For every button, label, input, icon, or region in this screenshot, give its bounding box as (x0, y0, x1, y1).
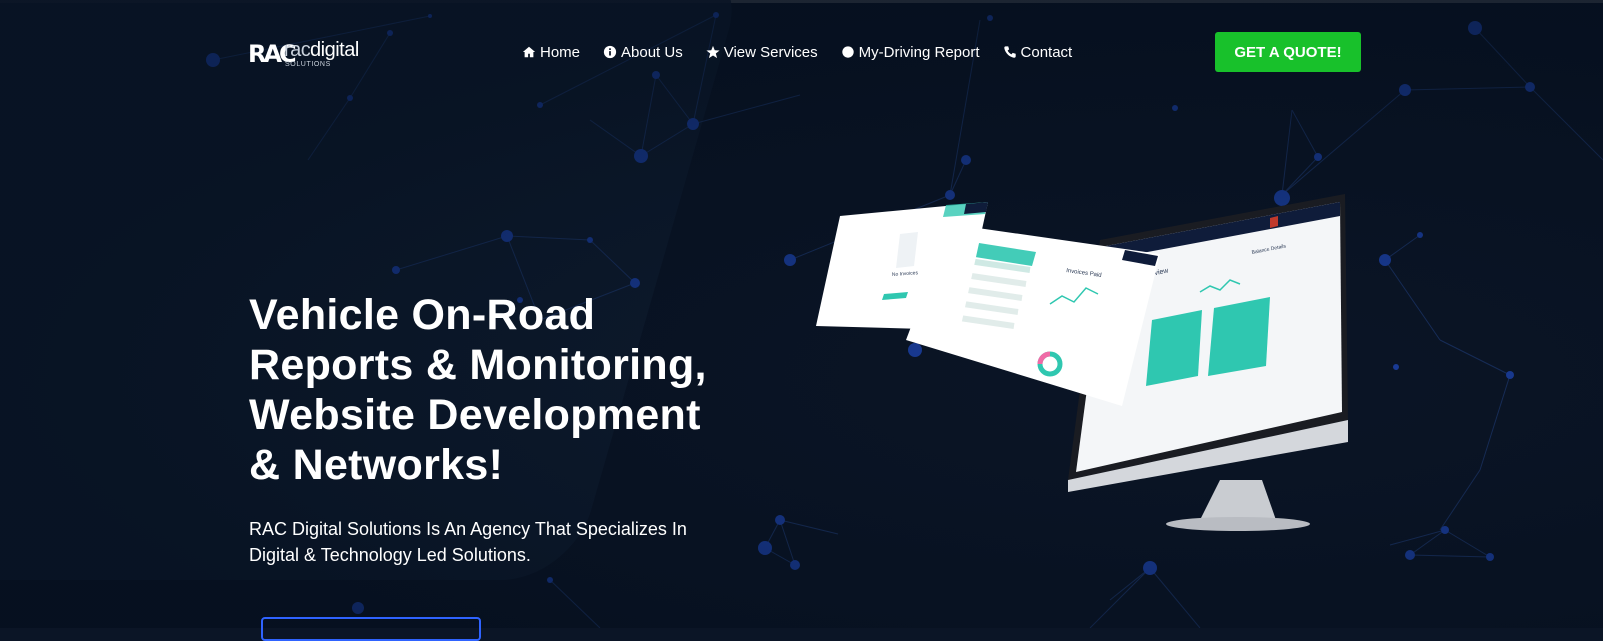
nav-item-about[interactable]: About Us (603, 42, 683, 62)
get-quote-button[interactable]: GET A QUOTE! (1215, 32, 1361, 72)
phone-icon (1003, 46, 1016, 58)
nav-item-label: Home (540, 43, 581, 61)
hero-title: Vehicle On-Road Reports & Monitoring, We… (249, 290, 789, 490)
hero-title-line: Website Development (249, 391, 701, 439)
nav-item-contact[interactable]: Contact (1003, 42, 1073, 62)
dashboard-mockup-illustration: Overview Balance Details Invoices Paid N… (816, 194, 1348, 531)
hero-outline-button[interactable] (261, 617, 481, 641)
nav-item-home[interactable]: Home (522, 42, 580, 62)
nav-item-label: Contact (1020, 43, 1073, 61)
star-icon (706, 45, 720, 59)
logo-word-prefix: rac (284, 39, 311, 61)
nav-item-label: About Us (621, 43, 683, 61)
screen-card (1208, 297, 1270, 376)
hero-title-line: Vehicle On-Road (249, 291, 596, 339)
main-navigation: Home About Us View Services My-Driving R… (522, 42, 1095, 62)
nav-item-driving-report[interactable]: My-Driving Report (841, 42, 980, 62)
home-icon (522, 46, 536, 58)
brand-logo[interactable]: RAC rac digital SOLUTIONS (248, 38, 359, 72)
hero-subtitle-line: Digital & Technology Led Solutions. (249, 545, 531, 565)
nav-item-label: View Services (723, 43, 818, 61)
screen-card (1146, 310, 1202, 386)
hero-subtitle-line: RAC Digital Solutions Is An Agency That … (249, 519, 687, 539)
nav-item-services[interactable]: View Services (706, 42, 818, 62)
circle-icon (841, 46, 854, 58)
logo-mark: RAC (248, 40, 297, 68)
monitor-base (1166, 517, 1310, 531)
hero-subtitle: RAC Digital Solutions Is An Agency That … (249, 516, 769, 568)
hero-title-line: & Networks! (249, 441, 504, 489)
logo-subtitle: SOLUTIONS (285, 61, 331, 68)
logo-word-main: digital (310, 39, 359, 61)
monitor-stand (1200, 480, 1276, 520)
nav-item-label: My-Driving Report (858, 43, 980, 61)
info-circle-icon (603, 45, 617, 59)
hero-title-line: Reports & Monitoring, (249, 341, 707, 389)
